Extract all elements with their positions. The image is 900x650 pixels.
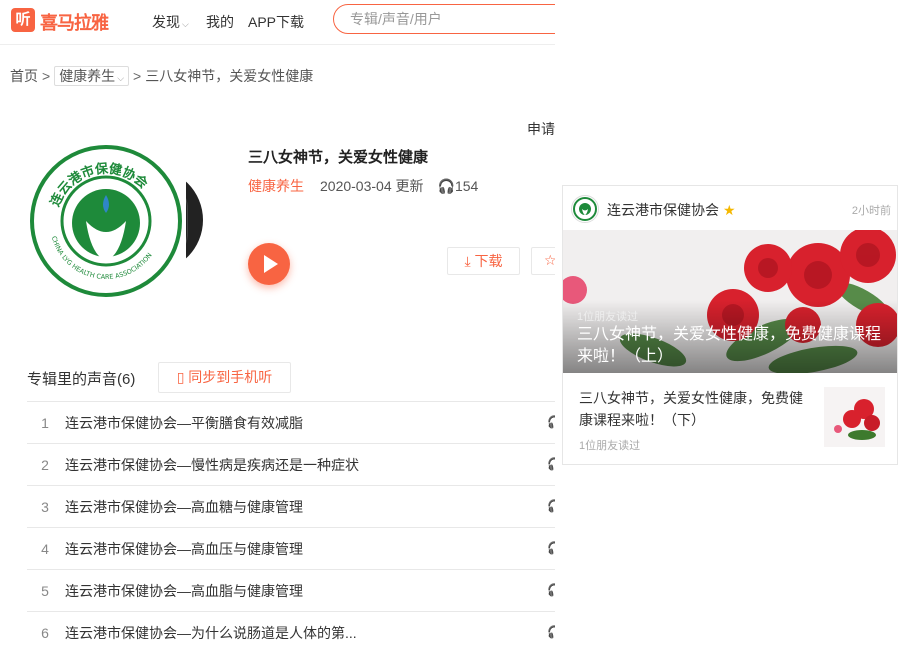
track-title[interactable]: 连云港市保健协会—高血压与健康管理	[65, 539, 303, 559]
secondary-article-thumbnail[interactable]	[824, 387, 885, 447]
roses-thumbnail	[824, 387, 885, 447]
track-number: 2	[41, 457, 49, 473]
album-cover: 连云港市保健协会 CHINA LYG HEALTH CARE ASSOCIATI…	[26, 143, 186, 299]
track-list: 1 连云港市保健协会—平衡膳食有效减脂 🎧 2 连云港市保健协会—慢性病是疾病还…	[27, 401, 555, 650]
breadcrumb-separator: >	[133, 68, 142, 84]
headphones-icon: 🎧	[547, 457, 555, 471]
headphones-icon: 🎧	[547, 541, 555, 555]
association-logo	[573, 197, 597, 221]
chevron-down-icon: ⌵	[182, 19, 189, 29]
track-number: 3	[41, 499, 49, 515]
headphones-icon: 🎧	[437, 178, 455, 194]
album-title: 三八女神节，关爱女性健康	[248, 149, 429, 166]
breadcrumb-current: 三八女神节，关爱女性健康	[145, 68, 314, 84]
article-hero-image[interactable]: 1位朋友读过 三八女神节，关爱女性健康，免费健康课程来啦！（上）	[563, 230, 897, 373]
breadcrumb-category[interactable]: 健康养生 ⌵	[54, 66, 130, 86]
star-icon: ★	[723, 202, 736, 218]
ximalaya-page: 听 喜马拉雅 发现⌵ 我的 APP下载 首页>健康养生⌵>三八女神节，关爱女性健…	[0, 0, 555, 650]
sync-label: 同步到手机听	[188, 369, 273, 385]
card-header: 连云港市保健协会 ★ 2小时前	[563, 186, 897, 230]
track-row[interactable]: 2 连云港市保健协会—慢性病是疾病还是一种症状 🎧	[27, 444, 555, 486]
apply-link[interactable]: 申请	[527, 119, 555, 139]
track-title[interactable]: 连云港市保健协会—慢性病是疾病还是一种症状	[65, 455, 359, 475]
track-number: 5	[41, 583, 49, 599]
track-row[interactable]: 5 连云港市保健协会—高血脂与健康管理 🎧	[27, 570, 555, 612]
download-button[interactable]: ⤓ 下载	[447, 247, 520, 275]
ximalaya-logo-text[interactable]: 喜马拉雅	[40, 9, 109, 35]
album-category[interactable]: 健康养生	[248, 178, 304, 194]
album-update-date: 2020-03-04 更新	[320, 178, 424, 194]
headphones-icon: 🎧	[547, 499, 555, 513]
track-number: 4	[41, 541, 49, 557]
play-button[interactable]	[248, 243, 290, 285]
track-row[interactable]: 4 连云港市保健协会—高血压与健康管理 🎧	[27, 528, 555, 570]
association-logo: 连云港市保健协会 CHINA LYG HEALTH CARE ASSOCIATI…	[30, 145, 182, 297]
album-play-count: 154	[454, 178, 479, 194]
phone-icon: ▯	[176, 369, 185, 385]
headphones-icon: 🎧	[547, 583, 555, 597]
track-title[interactable]: 连云港市保健协会—高血脂与健康管理	[65, 581, 303, 601]
nav-mine[interactable]: 我的	[206, 12, 234, 32]
breadcrumb-home[interactable]: 首页	[10, 68, 38, 84]
post-time: 2小时前	[851, 205, 891, 217]
tracklist-title: 专辑里的声音(6)	[27, 371, 136, 388]
headphones-icon: 🎧	[547, 625, 555, 639]
account-name[interactable]: 连云港市保健协会 ★	[607, 200, 736, 220]
nav-app-download[interactable]: APP下载	[248, 12, 304, 32]
account-name-label: 连云港市保健协会	[607, 202, 719, 218]
download-label: 下载	[474, 253, 503, 269]
top-navbar: 听 喜马拉雅 发现 ⌵ 我的 APP下载	[0, 0, 555, 45]
breadcrumb-category-label: 健康养生	[59, 68, 116, 84]
secondary-article[interactable]: 三八女神节，关爱女性健康，免费健康课程来啦！（下） 1位朋友读过	[563, 373, 897, 464]
account-avatar[interactable]	[571, 195, 599, 223]
nav-discover-label: 发现	[152, 14, 180, 30]
headphones-icon: 🎧	[547, 415, 555, 429]
nav-discover[interactable]: 发现 ⌵	[152, 12, 189, 32]
track-row[interactable]: 6 连云港市保健协会—为什么说肠道是人体的第... 🎧	[27, 612, 555, 650]
ximalaya-logo-icon[interactable]: 听	[11, 8, 35, 32]
search-input[interactable]	[333, 4, 555, 34]
track-number: 6	[41, 625, 49, 641]
subscribe-button[interactable]: ☆	[531, 247, 555, 275]
chevron-down-icon: ⌵	[117, 73, 125, 83]
breadcrumb-separator: >	[42, 68, 51, 84]
track-title[interactable]: 连云港市保健协会—平衡膳食有效减脂	[65, 413, 303, 433]
secondary-read-count: 1位朋友读过	[579, 440, 641, 452]
track-number: 1	[41, 415, 49, 431]
sync-to-phone-button[interactable]: ▯ 同步到手机听	[158, 362, 291, 393]
track-row[interactable]: 3 连云港市保健协会—高血糖与健康管理 🎧	[27, 486, 555, 528]
download-icon: ⤓	[464, 253, 471, 269]
breadcrumb: 首页 > 健康养生 ⌵ > 三八女神节，关爱女性健康	[10, 66, 313, 86]
star-icon: ☆	[544, 252, 555, 268]
track-title[interactable]: 连云港市保健协会—为什么说肠道是人体的第...	[65, 623, 357, 643]
track-row[interactable]: 1 连云港市保健协会—平衡膳食有效减脂 🎧	[27, 402, 555, 444]
track-title[interactable]: 连云港市保健协会—高血糖与健康管理	[65, 497, 303, 517]
wechat-article-card[interactable]: 连云港市保健协会 ★ 2小时前 1位朋友读过 三八女神节，关爱女性健康，免费健康…	[562, 185, 898, 465]
main-article-title[interactable]: 三八女神节，关爱女性健康，免费健康课程来啦！（上）	[577, 324, 889, 368]
main-read-count: 1位朋友读过	[577, 311, 639, 323]
secondary-article-title[interactable]: 三八女神节，关爱女性健康，免费健康课程来啦！（下）	[579, 387, 805, 431]
album-meta: 健康养生 2020-03-04 更新 🎧154	[248, 176, 478, 196]
